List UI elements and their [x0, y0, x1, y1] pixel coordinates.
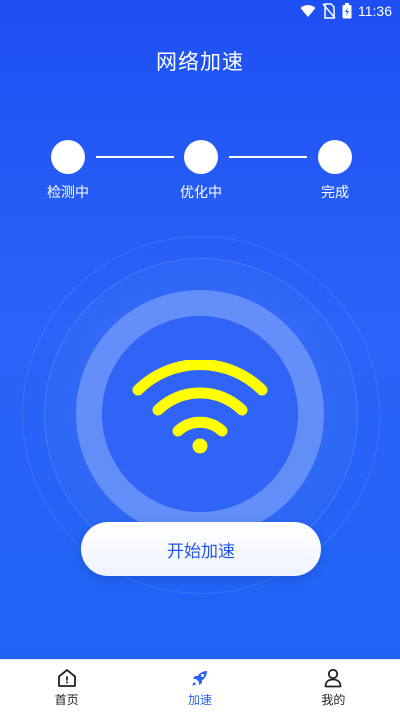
tab-home[interactable]: 首页 — [0, 660, 133, 712]
tab-profile-label: 我的 — [321, 693, 346, 707]
step-label-optimizing: 优化中 — [180, 185, 222, 201]
bottom-tab-bar: 首页 加速 我的 — [0, 659, 400, 712]
step-dot-done — [318, 140, 352, 174]
step-connector-1 — [96, 156, 174, 158]
status-time: 11:36 — [358, 3, 392, 19]
user-icon — [324, 668, 342, 688]
start-speedup-button[interactable]: 开始加速 — [81, 522, 321, 576]
step-dot-detecting — [51, 140, 85, 174]
step-dot-optimizing — [184, 140, 218, 174]
step-label-detecting: 检测中 — [47, 185, 89, 201]
no-sim-icon — [322, 3, 336, 19]
tab-speedup[interactable]: 加速 — [133, 660, 266, 712]
tab-speedup-label: 加速 — [187, 693, 212, 707]
rocket-icon — [192, 671, 207, 686]
tab-home-label: 首页 — [54, 693, 79, 707]
status-bar: 11:36 — [0, 0, 400, 24]
home-icon — [57, 669, 76, 687]
battery-charging-icon — [342, 3, 352, 19]
speedup-screen: 11:36 网络加速 检测中 优化中 完成 开始加速 首页 加速 我的 — [0, 0, 400, 712]
step-connector-2 — [229, 156, 307, 158]
status-icons: 11:36 — [300, 3, 392, 19]
wifi-icon — [132, 360, 268, 454]
wifi-status-icon — [300, 5, 316, 18]
step-label-done: 完成 — [321, 185, 349, 201]
page-title: 网络加速 — [156, 50, 244, 74]
tab-profile[interactable]: 我的 — [267, 660, 400, 712]
